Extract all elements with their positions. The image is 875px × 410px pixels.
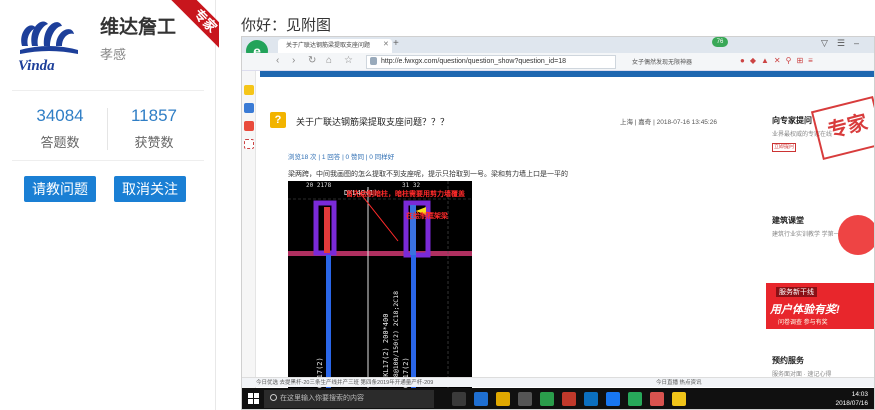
notification-badge: 76 [712, 37, 728, 47]
divider [12, 90, 204, 91]
cad-label: A8@100/150(2) 2C18;2C18 [392, 291, 400, 381]
browser-taskbar-icon[interactable] [628, 392, 642, 406]
windows-taskbar: 在这里输入你要搜索的内容 14:03 2018/07/16 [242, 388, 874, 409]
app-icon[interactable] [540, 392, 554, 406]
ask-question-button[interactable]: 请教问题 [24, 176, 96, 202]
url-input[interactable]: http://e.fwxgx.com/question/question_sho… [366, 55, 616, 69]
survey-banner[interactable]: 服务新干线 用户体验有奖! 问卷调查 参与有奖 [766, 283, 874, 329]
cad-label: 20 2178 [306, 182, 332, 189]
edge-icon[interactable] [474, 392, 488, 406]
question-mark-icon: ? [270, 112, 286, 128]
answer-count: 34084 [36, 106, 84, 125]
browser-status-bar: 今日优选 去提黑杆-20三条生产线并产三班 第四条2019年开通量产杆-209 … [242, 377, 874, 387]
banner-top-label: 服务新干线 [776, 287, 817, 297]
back-icon[interactable]: ‹ [276, 55, 279, 66]
extension-icons[interactable]: ●◆▲✕⚲⊞≡ [740, 56, 818, 65]
status-live[interactable]: 今日直播 热点资讯 [656, 378, 702, 387]
cad-label: 31 32 [402, 182, 420, 189]
expert-profile-card: Vinda 维达詹工 孝感 专家 34084 答题数 11857 获赞数 请教问… [0, 0, 219, 410]
expert-badge-ribbon: 专家 [159, 0, 219, 60]
file-explorer-icon[interactable] [496, 392, 510, 406]
forward-icon[interactable]: › [292, 55, 295, 66]
app-icon[interactable] [606, 392, 620, 406]
question-body: 梁两跨，中间我画图的怎么提取不到支座呢，提示只拾取到一号。梁和剪力墙上口是一平的 [288, 171, 568, 178]
screenshot-icon[interactable] [244, 139, 254, 149]
reload-icon[interactable]: ↻ [308, 55, 316, 66]
browser-tab[interactable]: 关于广联达钢筋梁提取支座问题 [278, 39, 392, 53]
site-header-bar [260, 71, 874, 77]
window-controls[interactable]: ▽☰– [821, 38, 868, 49]
app-icon[interactable] [650, 392, 664, 406]
cad-annotation: 首先绘制暗柱，暗柱需要用剪力墙覆盖 [346, 191, 465, 198]
browser-side-rail [242, 71, 256, 391]
search-icon [270, 394, 277, 401]
taskbar-search-input[interactable]: 在这里输入你要搜索的内容 [264, 390, 434, 408]
task-view-icon[interactable] [452, 392, 466, 406]
weibo-icon[interactable] [244, 121, 254, 131]
like-count-stat: 11857 获赞数 [108, 106, 200, 151]
cad-beam-vertical-right [411, 255, 416, 393]
like-count-label: 获赞数 [134, 135, 174, 150]
cad-label: DKL17(2) 200*400 [382, 314, 390, 381]
browser-tab-title: 关于广联达钢筋梁提取支座问题 [286, 43, 371, 49]
windows-start-icon[interactable] [248, 393, 260, 405]
new-tab-icon[interactable]: + [393, 38, 399, 49]
unfollow-button[interactable]: 取消关注 [114, 176, 186, 202]
cad-beam-vertical-left [326, 255, 331, 393]
browser-address-bar: ‹ › ↻ ⌂ ☆ http://e.fwxgx.com/question/qu… [242, 53, 874, 71]
course-thumbnail[interactable] [838, 215, 874, 255]
site-security-icon [370, 57, 377, 65]
question-meta: 上海 | 嘉奇 | 2018-07-16 13:45:26 [620, 119, 717, 126]
booking-title: 预约服务 [772, 356, 804, 365]
expert-badge-text: 专家 [170, 0, 219, 56]
app-icon[interactable] [562, 392, 576, 406]
favorite-star-icon[interactable]: ☆ [344, 55, 353, 66]
svg-text:Vinda: Vinda [18, 58, 55, 74]
status-news[interactable]: 今日优选 去提黑杆-20三条生产线并产三班 第四条2019年开通量产杆-209 [256, 378, 433, 387]
clock-time: 14:03 [851, 391, 868, 398]
favorites-icon[interactable] [244, 85, 254, 95]
store-icon[interactable] [518, 392, 532, 406]
expert-stamp: 专家 [810, 96, 874, 160]
question-panel: ? 关于广联达钢筋梁提取支座问题？？？ 上海 | 嘉奇 | 2018-07-16… [260, 103, 760, 393]
cad-wall-left [324, 207, 330, 253]
reading-icon[interactable] [244, 103, 254, 113]
question-title[interactable]: 关于广联达钢筋梁提取支座问题？？？ [296, 115, 449, 128]
answer-count-stat: 34084 答题数 [14, 106, 106, 151]
app-icon[interactable] [672, 392, 686, 406]
cad-annotation: 在绘制框架梁 [406, 213, 448, 220]
page-right-sidebar: 向专家提问 业界最权威的专家在线 立即提问 专家 建筑课堂 建筑行业实训教学 学… [766, 96, 874, 393]
question-stats[interactable]: 浏览18 次 | 1 回答 | 0 赞同 | 0 同样好 [288, 151, 394, 161]
browser-tab-strip: 关于广联达钢筋梁提取支座问题 ✕ + 76 ▽☰– [242, 37, 874, 53]
booking-card[interactable]: 预约服务 服务面对面 · 速记心得 [772, 355, 831, 378]
like-count: 11857 [130, 106, 177, 125]
browser-search-hint[interactable]: 女子偶然发现无限神器 [632, 57, 692, 66]
clock-date: 2018/07/16 [835, 400, 868, 407]
banner-headline: 用户体验有奖! [770, 304, 840, 316]
banner-subtext: 问卷调查 参与有奖 [778, 320, 828, 326]
ask-now-button[interactable]: 立即提问 [772, 143, 796, 152]
divider [12, 160, 204, 161]
answer-text: 你好：见附图 [241, 17, 332, 34]
answer-count-label: 答题数 [40, 135, 80, 150]
expert-location: 孝感 [100, 47, 127, 62]
taskbar-clock[interactable]: 14:03 2018/07/16 [835, 390, 868, 408]
app-icon[interactable] [584, 392, 598, 406]
tab-close-icon[interactable]: ✕ [383, 40, 389, 48]
attached-screenshot[interactable]: 关于广联达钢筋梁提取支座问题 ✕ + 76 ▽☰– e ‹ › ↻ ⌂ ☆ ht… [241, 36, 875, 410]
home-icon[interactable]: ⌂ [326, 55, 332, 66]
vinda-logo: Vinda [18, 21, 78, 74]
